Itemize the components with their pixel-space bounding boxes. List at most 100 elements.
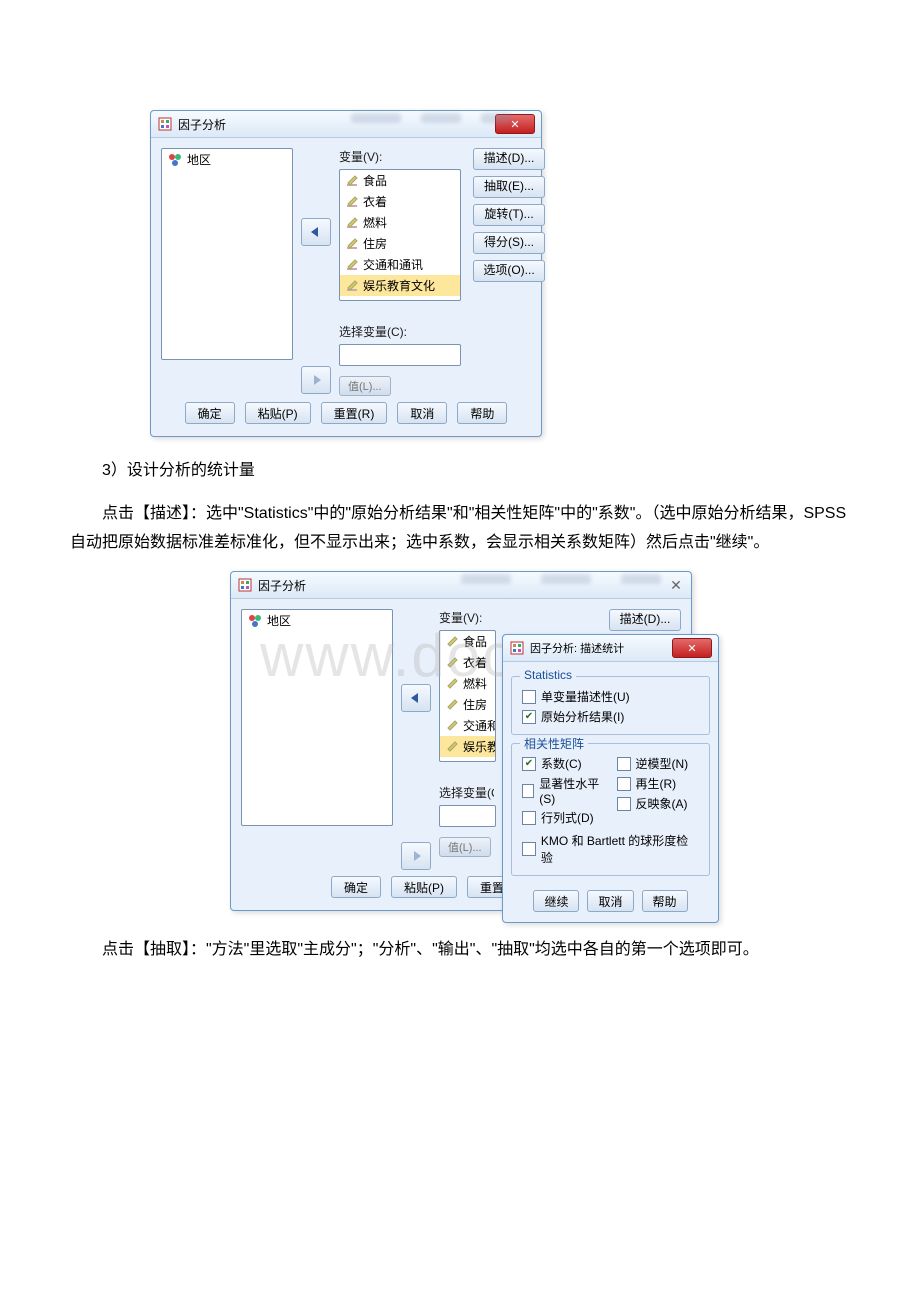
list-item-label: 食品	[363, 172, 387, 189]
scale-icon	[346, 280, 358, 292]
dialog-title: 因子分析	[258, 577, 306, 594]
arrow-left-icon	[309, 226, 323, 238]
list-item-label: 交通和通讯	[363, 256, 423, 273]
determinant-checkbox[interactable]: 行列式(D)	[522, 809, 605, 826]
paragraph-describe: 点击【描述】：选中"Statistics"中的"原始分析结果"和"相关性矩阵"中…	[70, 500, 850, 558]
variables-label: 变量(V):	[339, 148, 461, 165]
list-item[interactable]: 娱乐教育文化	[340, 275, 460, 296]
checkbox-label: 系数(C)	[541, 755, 582, 772]
initial-solution-checkbox[interactable]: 原始分析结果(I)	[522, 708, 699, 725]
close-icon: ✕	[687, 642, 696, 655]
close-icon: ✕	[670, 577, 682, 594]
subdialog-button-row: 继续 取消 帮助	[511, 884, 710, 916]
arrow-left-icon	[409, 692, 423, 704]
move-to-variables-button[interactable]	[301, 218, 331, 246]
list-item[interactable]: 食品	[340, 170, 460, 191]
scores-button[interactable]: 得分(S)...	[473, 232, 545, 254]
reproduced-checkbox[interactable]: 再生(R)	[617, 775, 700, 792]
list-item[interactable]: 交通和通讯	[340, 254, 460, 275]
list-item[interactable]: 燃料	[440, 673, 495, 694]
selection-variable-label: 选择变量(C):	[339, 323, 461, 340]
help-button[interactable]: 帮助	[642, 890, 688, 912]
kmo-bartlett-checkbox[interactable]: KMO 和 Bartlett 的球形度检验	[522, 832, 699, 866]
list-item[interactable]: 燃料	[340, 212, 460, 233]
selection-variable-input[interactable]	[339, 344, 461, 366]
checkbox-label: 原始分析结果(I)	[541, 708, 624, 725]
cancel-button[interactable]: 取消	[587, 890, 633, 912]
group-legend: 相关性矩阵	[520, 735, 588, 752]
titlebar: 因子分析: 描述统计 ✕	[503, 635, 718, 662]
move-to-selection-button[interactable]	[401, 842, 431, 870]
close-button[interactable]: ✕	[672, 638, 712, 658]
list-item[interactable]: 地区	[242, 610, 392, 631]
list-item[interactable]: 地区	[162, 149, 292, 170]
list-item-label: 住房	[363, 235, 387, 252]
nominal-icon	[248, 614, 262, 628]
scale-icon	[346, 217, 358, 229]
correlation-matrix-group: 相关性矩阵 系数(C) 显著性水平(S) 行列式(D) 逆模型(N) 再生(R)…	[511, 743, 710, 876]
checkbox-label: 逆模型(N)	[636, 755, 689, 772]
options-button[interactable]: 选项(O)...	[473, 260, 545, 282]
list-item-label: 衣着	[363, 193, 387, 210]
describe-button[interactable]: 描述(D)...	[473, 148, 545, 170]
rotate-button[interactable]: 旋转(T)...	[473, 204, 545, 226]
paste-button[interactable]: 粘贴(P)	[245, 402, 311, 424]
variables-list[interactable]: 食品 衣着 燃料 住房 交通和通讯 娱乐教育文化	[439, 630, 496, 762]
list-item[interactable]: 住房	[340, 233, 460, 254]
source-variables-list[interactable]: 地区	[241, 609, 393, 826]
list-item-label: 住房	[463, 696, 487, 713]
app-icon	[237, 577, 253, 593]
scale-icon	[446, 741, 458, 753]
univariate-checkbox[interactable]: 单变量描述性(U)	[522, 688, 699, 705]
list-item-label: 地区	[187, 151, 211, 168]
cancel-button[interactable]: 取消	[397, 402, 447, 424]
significance-checkbox[interactable]: 显著性水平(S)	[522, 775, 605, 806]
list-item[interactable]: 娱乐教育文化	[440, 736, 495, 757]
dialog-title: 因子分析	[178, 116, 226, 133]
statistics-group: Statistics 单变量描述性(U) 原始分析结果(I)	[511, 676, 710, 735]
extract-button[interactable]: 抽取(E)...	[473, 176, 545, 198]
move-to-selection-button[interactable]	[301, 366, 331, 394]
list-item[interactable]: 交通和通讯	[440, 715, 495, 736]
paste-button[interactable]: 粘贴(P)	[391, 876, 457, 898]
arrow-right-icon	[309, 374, 323, 386]
continue-button[interactable]: 继续	[533, 890, 579, 912]
describe-button[interactable]: 描述(D)...	[609, 609, 681, 631]
list-item-label: 食品	[463, 633, 487, 650]
inverse-checkbox[interactable]: 逆模型(N)	[617, 755, 700, 772]
coefficients-checkbox[interactable]: 系数(C)	[522, 755, 605, 772]
paragraph-extract: 点击【抽取】："方法"里选取"主成分"；"分析"、"输出"、"抽取"均选中各自的…	[70, 936, 850, 965]
list-item-label: 燃料	[363, 214, 387, 231]
list-item[interactable]: 食品	[440, 631, 495, 652]
scale-icon	[346, 175, 358, 187]
anti-image-checkbox[interactable]: 反映象(A)	[617, 795, 700, 812]
dialog-title: 因子分析: 描述统计	[530, 640, 624, 656]
list-item[interactable]: 住房	[440, 694, 495, 715]
reset-button[interactable]: 重置(R)	[321, 402, 388, 424]
list-item-label: 娱乐教育文化	[363, 277, 435, 294]
ok-button[interactable]: 确定	[185, 402, 235, 424]
checkbox-label: KMO 和 Bartlett 的球形度检验	[541, 832, 699, 866]
list-item[interactable]: 衣着	[340, 191, 460, 212]
app-icon	[157, 116, 173, 132]
list-item-label: 地区	[267, 612, 291, 629]
paragraph-step3: 3）设计分析的统计量	[70, 457, 850, 486]
source-variables-list[interactable]: 地区	[161, 148, 293, 360]
scale-icon	[446, 720, 458, 732]
help-button[interactable]: 帮助	[457, 402, 507, 424]
list-item[interactable]: 衣着	[440, 652, 495, 673]
variables-list[interactable]: 食品 衣着 燃料 住房 交通和通讯 娱乐教育文化	[339, 169, 461, 301]
factor-analysis-dialog: 因子分析 ✕ 地区	[150, 110, 542, 437]
ok-button[interactable]: 确定	[331, 876, 381, 898]
checkbox-label: 显著性水平(S)	[539, 775, 604, 806]
scale-icon	[346, 196, 358, 208]
scale-icon	[446, 678, 458, 690]
group-legend: Statistics	[520, 668, 576, 682]
value-button: 值(L)...	[439, 837, 491, 857]
close-button[interactable]: ✕	[667, 576, 685, 594]
selection-variable-input[interactable]	[439, 805, 496, 827]
scale-icon	[346, 259, 358, 271]
arrow-right-icon	[409, 850, 423, 862]
move-to-variables-button[interactable]	[401, 684, 431, 712]
scale-icon	[446, 636, 458, 648]
